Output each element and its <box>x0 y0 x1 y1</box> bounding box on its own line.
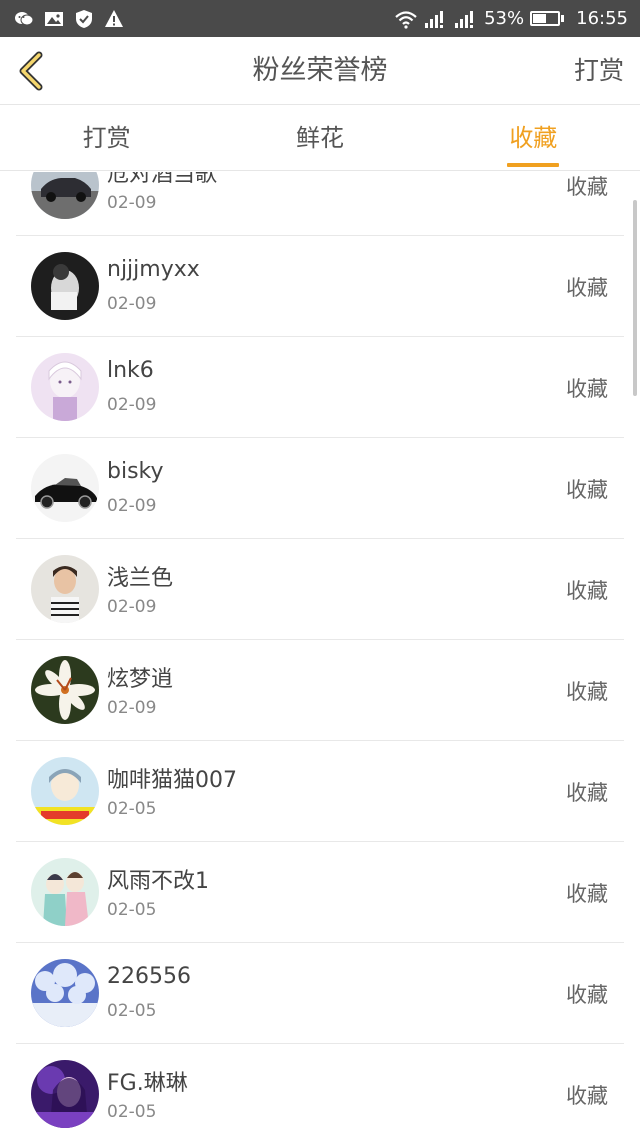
list-item[interactable]: 226556 02-05 收藏 <box>16 943 624 1044</box>
date-label: 02-09 <box>107 193 157 213</box>
date-label: 02-05 <box>107 799 157 819</box>
dark-photo-image <box>31 252 99 320</box>
user-name: lnk6 <box>107 358 154 383</box>
car-photo-image <box>31 172 99 219</box>
list-item[interactable]: njjjmyxx 02-09 收藏 <box>16 236 624 337</box>
action-label: 收藏 <box>566 781 608 805</box>
action-label: 收藏 <box>566 1084 608 1108</box>
anime-couple-image <box>31 858 99 926</box>
avatar[interactable] <box>31 858 99 926</box>
warning-icon <box>104 9 124 29</box>
wechat-icon <box>14 9 34 29</box>
user-name: 浅兰色 <box>107 566 174 591</box>
avatar[interactable] <box>31 252 99 320</box>
action-label: 收藏 <box>566 882 608 906</box>
battery-percent: 53% <box>484 8 525 29</box>
avatar[interactable] <box>31 555 99 623</box>
anime-portrait-image <box>31 353 99 421</box>
system-icons: 53% 16:55 <box>394 8 628 29</box>
status-bar: 53% 16:55 <box>0 0 640 37</box>
list-item[interactable]: 咖啡猫猫007 02-05 收藏 <box>16 741 624 842</box>
purple-portrait-image <box>31 1060 99 1128</box>
shield-icon <box>74 9 94 29</box>
snowy-trees-image <box>31 959 99 1027</box>
action-label: 收藏 <box>566 175 608 199</box>
user-name: 226556 <box>107 964 191 989</box>
date-label: 02-05 <box>107 1102 157 1122</box>
app-header: 粉丝荣誉榜 打赏 <box>0 37 640 105</box>
battery-icon <box>530 11 565 26</box>
list-item[interactable]: FG.琳琳 02-05 收藏 <box>16 1044 624 1138</box>
fan-list[interactable]: 危对酒当歌 02-09 收藏 njjjmyxx 02-09 收藏 lnk6 02-09 收藏 bi… <box>0 172 640 1138</box>
list-item[interactable]: 危对酒当歌 02-09 收藏 <box>16 172 624 236</box>
active-tab-indicator <box>507 163 560 167</box>
action-label: 收藏 <box>566 276 608 300</box>
clock: 16:55 <box>576 8 628 29</box>
avatar[interactable] <box>31 1060 99 1128</box>
avatar[interactable] <box>31 656 99 724</box>
notification-icons <box>14 9 124 29</box>
user-name: 炫梦逍 <box>107 667 174 692</box>
list-item[interactable]: 风雨不改1 02-05 收藏 <box>16 842 624 943</box>
action-label: 收藏 <box>566 478 608 502</box>
user-name: njjjmyxx <box>107 257 200 282</box>
tab-label: 鲜花 <box>295 124 344 152</box>
action-label: 收藏 <box>566 983 608 1007</box>
action-label: 收藏 <box>566 680 608 704</box>
list-item[interactable]: 浅兰色 02-09 收藏 <box>16 539 624 640</box>
signal-icon <box>454 9 478 29</box>
user-name: 咖啡猫猫007 <box>107 768 237 793</box>
reward-button[interactable]: 打赏 <box>574 37 624 105</box>
action-label: 收藏 <box>566 579 608 603</box>
lily-flower-image <box>31 656 99 724</box>
back-button[interactable] <box>10 49 54 93</box>
user-name: FG.琳琳 <box>107 1071 188 1096</box>
tab-bar: 打赏 鲜花 收藏 <box>0 105 640 171</box>
avatar[interactable] <box>31 757 99 825</box>
signal-icon <box>424 9 448 29</box>
black-car-image <box>31 454 99 522</box>
tab-reward[interactable]: 打赏 <box>0 105 213 170</box>
wifi-icon <box>394 9 418 29</box>
date-label: 02-09 <box>107 597 157 617</box>
date-label: 02-09 <box>107 395 157 415</box>
avatar[interactable] <box>31 353 99 421</box>
tab-label: 收藏 <box>509 124 558 152</box>
tab-flowers[interactable]: 鲜花 <box>213 105 426 170</box>
image-icon <box>44 9 64 29</box>
scrollbar[interactable] <box>633 200 637 396</box>
tab-favorites[interactable]: 收藏 <box>427 105 640 170</box>
list-item[interactable]: bisky 02-09 收藏 <box>16 438 624 539</box>
date-label: 02-05 <box>107 1001 157 1021</box>
date-label: 02-05 <box>107 900 157 920</box>
user-name: 风雨不改1 <box>107 869 209 894</box>
page-title: 粉丝荣誉榜 <box>252 55 388 86</box>
list-item[interactable]: lnk6 02-09 收藏 <box>16 337 624 438</box>
date-label: 02-09 <box>107 698 157 718</box>
avatar[interactable] <box>31 959 99 1027</box>
action-label: 收藏 <box>566 377 608 401</box>
avatar[interactable] <box>31 454 99 522</box>
list-item[interactable]: 炫梦逍 02-09 收藏 <box>16 640 624 741</box>
chevron-left-icon <box>19 51 43 91</box>
person-photo-image <box>31 555 99 623</box>
date-label: 02-09 <box>107 294 157 314</box>
user-name: 危对酒当歌 <box>107 172 218 187</box>
avatar[interactable] <box>31 172 99 219</box>
cartoon-photo-image <box>31 757 99 825</box>
user-name: bisky <box>107 459 164 484</box>
date-label: 02-09 <box>107 496 157 516</box>
tab-label: 打赏 <box>82 124 131 152</box>
